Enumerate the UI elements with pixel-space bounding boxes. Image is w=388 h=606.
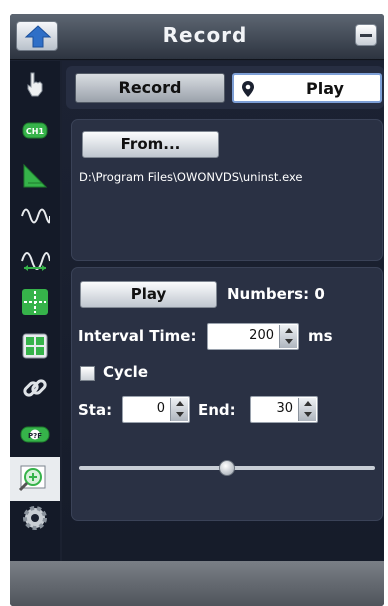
playback-slider-thumb[interactable] [219, 460, 235, 476]
spin-up-icon[interactable] [285, 328, 293, 333]
title-bar: Record [10, 14, 384, 60]
file-path-text: D:\Program Files\OWONVDS\uninst.exe [79, 170, 303, 184]
window-title: Record [162, 23, 248, 47]
spin-up-icon[interactable] [304, 401, 312, 406]
location-pin-icon [242, 81, 254, 97]
spin-down-icon[interactable] [176, 412, 184, 417]
start-spinbox[interactable]: 0 [122, 396, 190, 423]
from-button[interactable]: From... [82, 131, 219, 158]
up-arrow-button[interactable] [16, 21, 58, 51]
interval-time-label: Interval Time: [78, 327, 197, 345]
up-arrow-icon [24, 25, 52, 48]
interval-unit-label: ms [308, 327, 333, 345]
playback-panel: Play Numbers: 0 Interval Time: 200 ms Cy… [71, 267, 383, 521]
numbers-readout: Numbers: 0 [227, 285, 325, 303]
cycle-label: Cycle [103, 363, 148, 381]
end-spinbox[interactable]: 30 [250, 396, 318, 423]
spin-down-icon[interactable] [304, 412, 312, 417]
start-label: Sta: [78, 401, 113, 419]
spin-up-icon[interactable] [176, 401, 184, 406]
start-value: 0 [156, 401, 165, 416]
end-spin-arrows[interactable] [298, 398, 316, 421]
svg-text:P?F: P?F [28, 432, 42, 440]
play-button[interactable]: Play [80, 281, 217, 308]
record-panel: Record Play From... D:\Program Files\OWO… [62, 61, 384, 561]
minimize-button[interactable] [355, 24, 377, 46]
tab-play[interactable]: Play [232, 73, 382, 103]
channel-ch1-icon[interactable]: CH1 [20, 115, 50, 145]
tab-record[interactable]: Record [75, 73, 225, 103]
calculator-math-icon[interactable] [20, 331, 50, 361]
numbers-label: Numbers: [227, 285, 310, 303]
numbers-value: 0 [314, 285, 325, 303]
end-label: End: [198, 401, 236, 419]
settings-gear-icon[interactable] [20, 503, 50, 533]
mode-tab-bar: Record Play [66, 66, 384, 109]
hand-pointer-icon[interactable] [20, 69, 50, 99]
start-spin-arrows[interactable] [170, 398, 188, 421]
status-bar [10, 561, 384, 606]
minus-icon [360, 34, 372, 37]
end-value: 30 [276, 401, 293, 416]
left-toolbar: CH1 P?F [10, 61, 60, 561]
source-file-panel: From... D:\Program Files\OWONVDS\uninst.… [71, 119, 383, 261]
spin-down-icon[interactable] [285, 339, 293, 344]
tab-play-label: Play [306, 79, 344, 98]
pass-fail-icon[interactable]: P?F [20, 419, 50, 449]
interval-spin-arrows[interactable] [279, 325, 297, 348]
interval-time-value: 200 [249, 328, 274, 343]
cycle-checkbox[interactable] [80, 366, 95, 381]
svg-text:CH1: CH1 [26, 127, 45, 136]
triangle-trigger-icon[interactable] [20, 161, 50, 191]
record-zoom-icon[interactable] [10, 457, 60, 501]
app-window: Record CH1 P?F Record Play From... D:\Pr… [10, 14, 384, 606]
link-chain-icon[interactable] [20, 373, 50, 403]
interval-time-spinbox[interactable]: 200 [207, 323, 299, 350]
sine-wave-icon[interactable] [20, 201, 51, 231]
wave-measure-icon[interactable] [20, 243, 51, 273]
cursor-crosshair-icon[interactable] [20, 287, 50, 317]
